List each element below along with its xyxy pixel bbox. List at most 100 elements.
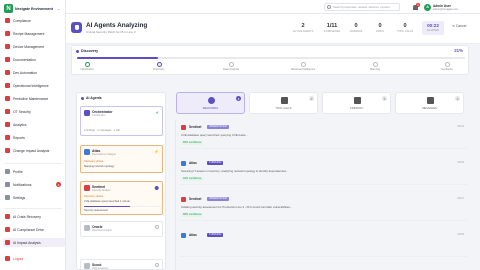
feed-item: Sentinel OBSERVATION 00:21 CVE database … — [179, 122, 467, 149]
agent-meta: 4 findings · 2 messages · 1 call — [84, 129, 120, 132]
check-icon — [84, 62, 90, 67]
feed-time: 00:17 — [457, 197, 465, 200]
sidebar-item-ai-impact-analysis[interactable]: AI Impact Analysis — [3, 238, 65, 247]
phase-progress: Discovery 21% Initialization Discovery D… — [71, 45, 469, 75]
sidebar-item-label: AI Impact Analysis — [13, 240, 41, 245]
feed-text: Scanning IT assets in inventory: analyzi… — [181, 169, 289, 173]
agent-card-orchestrator[interactable]: Orchestrator Coordinator ✔ 4 findings · … — [80, 106, 163, 136]
stat-label: ACTIVE AGENTS — [292, 30, 314, 33]
sidebar-item-documentation[interactable]: Documentation — [3, 55, 65, 64]
feed-agent-name: Sentinel — [189, 197, 202, 201]
user-email: admin@nexigate.com — [433, 7, 459, 11]
cancel-label: Cancel — [455, 24, 467, 28]
stat-value: 0 — [354, 23, 358, 29]
user-menu[interactable]: A Admin User admin@nexigate.com — [424, 3, 478, 12]
agents-panel: AI Agents Orchestrator Coordinator ✔ 4 f… — [76, 92, 166, 270]
impact-icon — [5, 148, 10, 153]
agent-role: Security Analyst — [92, 189, 111, 192]
chevron-down-icon: ⌄ — [57, 6, 61, 11]
sidebar-item-settings[interactable]: Settings — [3, 193, 65, 202]
search-input[interactable]: Search properties, assets, devices, repo… — [324, 3, 400, 11]
notifications-button[interactable]: 3 — [412, 3, 420, 10]
progress-bar — [77, 57, 465, 59]
agent-name: Oracle — [92, 224, 103, 229]
feed-agent-name: Atlas — [189, 161, 197, 165]
phase-label: Synthesis — [441, 68, 453, 71]
plan-icon — [372, 62, 378, 67]
feed-tag: OBSERVATION — [207, 196, 230, 201]
phase-percent: 21% — [454, 48, 463, 53]
agent-card-scout[interactable]: Scout Risk Assessor — [80, 259, 163, 269]
user-icon — [5, 169, 10, 174]
sidebar-item-label: Documentation — [13, 57, 36, 62]
stat-value: 1/11 — [326, 23, 338, 29]
feed-time: 00:21 — [457, 125, 465, 128]
shield-icon — [5, 109, 10, 114]
tab-messages[interactable]: 0 MESSAGES — [395, 92, 464, 114]
stat-label: TOOL CALLS — [397, 30, 413, 33]
phase-label: Historical Intelligence — [290, 68, 316, 71]
brand[interactable]: N Nexigate Environment ⌄ — [4, 3, 64, 14]
sidebar-item-compliance[interactable]: Compliance — [3, 16, 65, 25]
history-icon — [300, 62, 306, 67]
sidebar-item-reports[interactable]: Reports — [3, 133, 65, 142]
logout-icon — [5, 256, 10, 261]
phase-synthesis: Synthesis — [427, 62, 467, 71]
brand-logo-icon: N — [4, 4, 13, 13]
tab-reasoning[interactable]: 8 REASONING — [176, 92, 245, 114]
cancel-button[interactable]: ✕ Cancel — [452, 24, 466, 28]
sidebar-item-ot-security[interactable]: OT Security — [3, 107, 65, 116]
app-root: N Nexigate Environment ⌄ Compliance Reci… — [0, 0, 480, 270]
tab-count: 0 — [309, 96, 314, 101]
tab-findings[interactable]: 0 FINDINGS — [322, 92, 391, 114]
phase-discovery: Discovery — [139, 62, 179, 71]
shield-icon — [181, 125, 186, 130]
phase-label: Initialization — [80, 68, 94, 71]
stat-elapsed: 00:22 ELAPSED — [422, 21, 444, 35]
sidebar-item-recipe-management[interactable]: Recipe Management — [3, 29, 65, 38]
sidebar-item-change-impact[interactable]: Change Impact Analysis — [3, 146, 65, 155]
search-icon — [327, 5, 331, 9]
sidebar-item-notifications[interactable]: Notifications 3 — [3, 180, 65, 189]
sidebar-item-ai-compliance-drive[interactable]: AI Compliance Drive — [3, 225, 65, 234]
sidebar-item-logout[interactable]: Logout — [3, 254, 65, 263]
agent-task-detail: CVE database query launched 1 minute — [84, 200, 130, 203]
brand-name: Nexigate Environment — [15, 6, 53, 11]
brain-icon — [208, 97, 215, 104]
sidebar-item-label: AI Crisis Recovery — [13, 214, 41, 219]
agent-card-atlas[interactable]: Atlas Dependency Mapper ⚡ Discovery phas… — [80, 145, 163, 173]
agents-title: AI Agents — [86, 96, 102, 100]
sidebar-item-ai-crisis-recovery[interactable]: AI Crisis Recovery — [3, 212, 65, 221]
bell-icon — [5, 182, 10, 187]
ai-icon — [5, 240, 10, 245]
map-icon — [181, 161, 186, 166]
tab-count: 8 — [236, 96, 241, 101]
search-placeholder: Search properties, assets, devices, repo… — [333, 5, 390, 9]
sidebar-item-profile[interactable]: Profile — [3, 167, 65, 176]
sidebar-item-operational-intelligence[interactable]: Operational Intelligence — [3, 81, 65, 90]
ai-icon — [5, 214, 10, 219]
automation-icon — [5, 70, 10, 75]
sidebar-divider — [4, 208, 62, 209]
agent-name: Atlas — [92, 148, 101, 153]
stat-label: RISKS — [376, 30, 384, 33]
pending-icon — [155, 225, 159, 229]
tab-count: 0 — [455, 96, 460, 101]
tab-tool-calls[interactable]: 0 TOOL CALLS — [249, 92, 318, 114]
reasoning-feed[interactable]: Sentinel OBSERVATION 00:21 CVE database … — [175, 120, 470, 270]
sidebar-item-label: OT Security — [13, 109, 31, 114]
page-subtitle: Critical Security Patch for PLC-Line 3 — [86, 30, 136, 34]
sidebar-item-label: Dev Automation — [13, 70, 37, 75]
sidebar-item-dev-automation[interactable]: Dev Automation — [3, 68, 65, 77]
sidebar-item-predictive-maintenance[interactable]: Predictive Maintenance — [3, 94, 65, 103]
tab-count: 0 — [382, 96, 387, 101]
agent-card-sentinel[interactable]: Sentinel Security Analyst ⬤ Discovery ph… — [80, 181, 163, 215]
agent-name: Sentinel — [92, 184, 106, 189]
agent-card-oracle[interactable]: Oracle Historical Analyst — [80, 221, 163, 237]
stat-value: 2 — [301, 23, 305, 29]
sidebar-item-device-management[interactable]: Device Management — [3, 42, 65, 51]
risk-icon — [84, 263, 90, 269]
sidebar-item-analytics[interactable]: Analytics — [3, 120, 65, 129]
agent-name: Orchestrator — [92, 109, 113, 114]
sidebar-item-label: Predictive Maintenance — [13, 96, 49, 101]
